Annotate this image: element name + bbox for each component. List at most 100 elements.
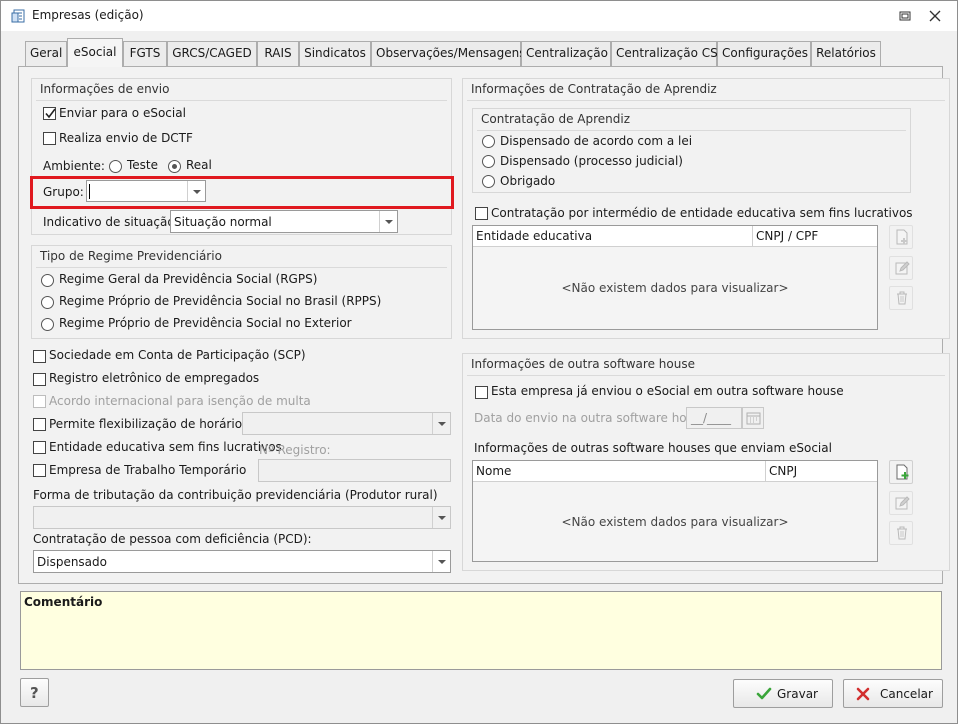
edit-software-house-button[interactable] [889,491,913,515]
regime-rgps-label: Regime Geral da Previdência Social (RGPS… [59,272,318,286]
registro-input[interactable] [258,459,451,482]
tributacao-combo[interactable] [33,506,451,529]
restore-window-icon[interactable] [897,8,913,24]
save-button-label: Gravar [777,687,818,701]
trash-icon [897,526,907,540]
comment-textarea[interactable]: Comentário [20,591,942,670]
flexibilizacao-checkbox[interactable] [33,418,46,431]
app-window-icon [11,9,25,23]
chevron-down-icon[interactable] [432,413,450,434]
tab-geral[interactable]: Geral [25,41,67,66]
grid-col-cnpj-cpf[interactable]: CNPJ / CPF [753,226,877,247]
ambiente-teste-label: Teste [127,158,159,172]
software-house-grid[interactable]: Nome CNPJ <Não existem dados para visual… [472,460,878,562]
tab-fgts[interactable]: FGTS [123,41,167,66]
text-cursor [89,184,90,199]
ambiente-real-label: Real [186,158,212,172]
flexibilizacao-label: Permite flexibilização de horários [49,417,249,431]
chevron-down-icon[interactable] [379,211,397,232]
cancel-button[interactable]: Cancelar [843,679,943,708]
aprendiz-dispensado-judicial-radio[interactable] [482,155,495,168]
add-software-house-button[interactable] [889,460,913,484]
delete-software-house-button[interactable] [889,521,913,545]
tab-grcs-caged[interactable]: GRCS/CAGED [167,41,257,66]
scp-label: Sociedade em Conta de Participação (SCP) [49,348,306,362]
close-window-icon[interactable] [927,8,943,24]
chevron-down-icon[interactable] [432,551,450,572]
tab-configuracoes[interactable]: Configurações [717,41,811,66]
tab-centralizacao[interactable]: Centralização [521,41,611,66]
enviar-esocial-checkbox[interactable] [43,107,56,120]
aprendiz-dispensado-lei-radio[interactable] [482,135,495,148]
tab-esocial[interactable]: eSocial [67,38,123,67]
ambiente-real-radio[interactable] [168,160,181,173]
software-house-grid-empty: <Não existem dados para visualizar> [561,515,789,529]
title-bar: Empresas (edição) [1,1,957,31]
pcd-label: Contratação de pessoa com deficiência (P… [33,532,312,546]
registro-eletronico-label: Registro eletrônico de empregados [49,371,260,385]
edit-icon [895,261,910,275]
add-document-icon [896,229,908,245]
grid-col-cnpj[interactable]: CNPJ [766,461,877,482]
tab-rais[interactable]: RAIS [257,41,299,66]
close-icon [856,687,870,701]
pcd-value: Dispensado [37,555,107,569]
outras-software-label: Informações de outras software houses qu… [474,441,832,455]
acordo-internacional-label: Acordo internacional para isenção de mul… [49,394,311,408]
comment-label: Comentário [24,595,103,609]
regime-exterior-radio[interactable] [41,318,54,331]
ambiente-teste-radio[interactable] [109,160,122,173]
regime-group-title: Tipo de Regime Previdenciário [40,249,222,263]
delete-entidade-button[interactable] [889,286,913,310]
enviou-outra-checkbox[interactable] [475,386,488,399]
grid-col-nome[interactable]: Nome [473,461,766,482]
grupo-label: Grupo: [43,185,84,199]
regime-rgps-radio[interactable] [41,274,54,287]
entidade-grid[interactable]: Entidade educativa CNPJ / CPF <Não exist… [472,225,878,330]
help-icon: ? [30,684,39,702]
tab-relatorios[interactable]: Relatórios [811,41,881,66]
check-icon [756,687,772,700]
intermedio-checkbox[interactable] [475,207,488,220]
tab-centralizacao-cs[interactable]: Centralização CS [611,41,718,66]
tab-sindicatos[interactable]: Sindicatos [299,41,371,66]
cancel-button-label: Cancelar [880,687,933,701]
add-entidade-button[interactable] [889,225,913,249]
data-envio-input[interactable]: __/____ [686,407,742,429]
tributacao-label: Forma de tributação da contribuição prev… [33,488,438,502]
data-envio-value: __/____ [691,411,732,425]
grupo-combo[interactable] [86,180,206,202]
aprendiz-obrigado-radio[interactable] [482,175,495,188]
entidade-grid-header: Entidade educativa CNPJ / CPF [473,226,877,247]
registro-eletronico-checkbox[interactable] [33,373,46,386]
flexibilizacao-combo[interactable] [242,412,451,435]
calendar-icon [746,412,761,425]
envio-group-title: Informações de envio [40,82,170,96]
aprendiz-obrigado-label: Obrigado [500,174,556,188]
entidade-educativa-label: Entidade educativa sem fins lucrativos [49,440,282,454]
help-button[interactable]: ? [20,678,49,707]
pcd-combo[interactable]: Dispensado [33,550,451,573]
grid-col-entidade[interactable]: Entidade educativa [473,226,753,247]
acordo-internacional-checkbox[interactable] [33,395,46,408]
regime-exterior-label: Regime Próprio de Previdência Social no … [59,316,352,330]
indicativo-value: Situação normal [174,215,272,229]
chevron-down-icon[interactable] [432,507,450,528]
trabalho-temporario-label: Empresa de Trabalho Temporário [49,463,247,477]
save-button[interactable]: Gravar [733,679,833,708]
chevron-down-icon[interactable] [187,181,205,201]
trabalho-temporario-checkbox[interactable] [33,464,46,477]
calendar-button[interactable] [742,407,764,429]
aprendiz-dispensado-judicial-label: Dispensado (processo judicial) [500,154,683,168]
tab-observacoes[interactable]: Observações/Mensagens [371,41,526,66]
realiza-dctf-checkbox[interactable] [43,132,56,145]
indicativo-combo[interactable]: Situação normal [170,210,398,233]
enviou-outra-label: Esta empresa já enviou o eSocial em outr… [491,384,844,398]
edit-entidade-button[interactable] [889,256,913,280]
entidade-educativa-checkbox[interactable] [33,441,46,454]
window-title: Empresas (edição) [32,8,144,22]
regime-rpps-radio[interactable] [41,296,54,309]
edit-icon [895,496,910,510]
software-house-group-title: Informações de outra software house [471,357,695,371]
scp-checkbox[interactable] [33,350,46,363]
